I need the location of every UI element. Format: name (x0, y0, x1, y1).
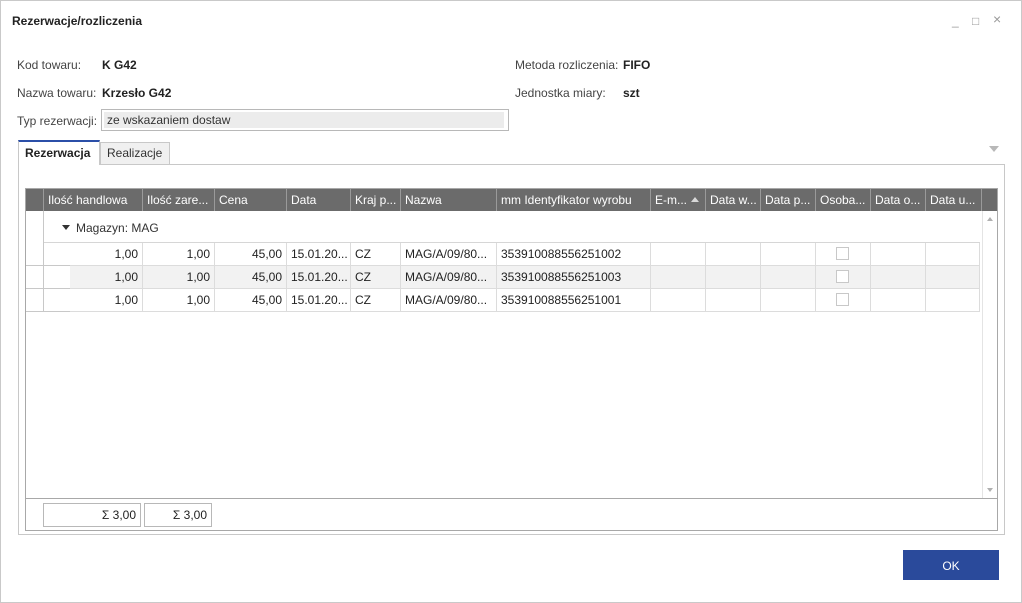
cell-cena[interactable]: 45,00 (215, 243, 287, 266)
cell-nazwa[interactable]: MAG/A/09/80... (401, 243, 497, 266)
jednostka-miary-label: Jednostka miary: (515, 86, 606, 100)
metoda-rozliczenia-value: FIFO (623, 58, 651, 72)
cell-data-w[interactable] (706, 266, 761, 289)
row-group-indent (44, 243, 70, 266)
column-header-label: E-m... (655, 193, 687, 207)
cell-cena[interactable]: 45,00 (215, 266, 287, 289)
column-header[interactable]: Ilość zare... (143, 189, 215, 211)
cell-data[interactable]: 15.01.20... (287, 266, 351, 289)
cell-data-o[interactable] (871, 243, 926, 266)
osoba-checkbox[interactable] (836, 270, 849, 283)
osoba-checkbox[interactable] (836, 247, 849, 260)
cell-cena[interactable]: 45,00 (215, 289, 287, 312)
vertical-scrollbar[interactable] (982, 211, 997, 498)
tab-realizacje[interactable]: Realizacje (100, 142, 170, 164)
cell-kraj[interactable]: CZ (351, 266, 401, 289)
column-header[interactable]: Data p... (761, 189, 816, 211)
ok-button[interactable]: OK (903, 550, 999, 580)
cell-identyfikator[interactable]: 353910088556251003 (497, 266, 651, 289)
cell-ilosc-zarezerwowana[interactable]: 1,00 (143, 266, 215, 289)
scroll-up-icon[interactable] (987, 217, 993, 221)
table-row[interactable]: 1,00 1,00 45,00 15.01.20... CZ MAG/A/09/… (26, 289, 980, 312)
cell-data-p[interactable] (761, 243, 816, 266)
tab-rezerwacja[interactable]: Rezerwacja (18, 140, 100, 165)
column-header[interactable]: Data (287, 189, 351, 211)
row-indicator[interactable] (26, 243, 44, 266)
sort-ascending-icon (691, 197, 699, 203)
maximize-icon[interactable]: □ (972, 14, 979, 28)
cell-osoba[interactable] (816, 289, 871, 312)
column-header[interactable]: Nazwa (401, 189, 497, 211)
cell-email[interactable] (651, 266, 706, 289)
cell-data-p[interactable] (761, 289, 816, 312)
row-group-indent (44, 266, 70, 289)
cell-data-w[interactable] (706, 289, 761, 312)
row-indicator[interactable] (26, 289, 44, 312)
cell-identyfikator[interactable]: 353910088556251002 (497, 243, 651, 266)
cell-data-u[interactable] (926, 243, 980, 266)
cell-identyfikator[interactable]: 353910088556251001 (497, 289, 651, 312)
table-row[interactable]: 1,00 1,00 45,00 15.01.20... CZ MAG/A/09/… (26, 266, 980, 289)
column-header-sorted[interactable]: E-m... (651, 189, 706, 211)
row-indicator[interactable] (26, 266, 44, 289)
cell-osoba[interactable] (816, 243, 871, 266)
cell-ilosc-handlowa[interactable]: 1,00 (70, 289, 143, 312)
cell-ilosc-handlowa[interactable]: 1,00 (70, 243, 143, 266)
column-header[interactable]: Data u... (926, 189, 982, 211)
cell-kraj[interactable]: CZ (351, 289, 401, 312)
cell-email[interactable] (651, 243, 706, 266)
table-row[interactable]: 1,00 1,00 45,00 15.01.20... CZ MAG/A/09/… (26, 243, 980, 266)
cell-nazwa[interactable]: MAG/A/09/80... (401, 289, 497, 312)
grid-summary-footer: Σ 3,00 Σ 3,00 (26, 498, 997, 530)
kod-towaru-value: K G42 (102, 58, 137, 72)
cell-data-p[interactable] (761, 266, 816, 289)
cell-data-u[interactable] (926, 266, 980, 289)
cell-osoba[interactable] (816, 266, 871, 289)
column-header[interactable]: Data o... (871, 189, 926, 211)
close-icon[interactable]: × (993, 12, 1001, 26)
cell-kraj[interactable]: CZ (351, 243, 401, 266)
row-group-indent (44, 289, 70, 312)
typ-rezerwacji-field[interactable]: ze wskazaniem dostaw (101, 109, 509, 131)
typ-rezerwacji-label: Typ rezerwacji: (17, 114, 98, 128)
tab-overflow-icon[interactable] (989, 146, 999, 152)
cell-data-o[interactable] (871, 289, 926, 312)
cell-data-o[interactable] (871, 266, 926, 289)
nazwa-towaru-label: Nazwa towaru: (17, 86, 97, 100)
jednostka-miary-value: szt (623, 86, 640, 100)
cell-data-w[interactable] (706, 243, 761, 266)
column-header[interactable]: Ilość handlowa (44, 189, 143, 211)
group-label: Magazyn: MAG (76, 221, 159, 235)
metoda-rozliczenia-label: Metoda rozliczenia: (515, 58, 619, 72)
cell-ilosc-handlowa[interactable]: 1,00 (70, 266, 143, 289)
cell-data[interactable]: 15.01.20... (287, 243, 351, 266)
osoba-checkbox[interactable] (836, 293, 849, 306)
cell-ilosc-zarezerwowana[interactable]: 1,00 (143, 243, 215, 266)
cell-email[interactable] (651, 289, 706, 312)
collapse-caret-icon[interactable] (62, 225, 70, 231)
cell-data[interactable]: 15.01.20... (287, 289, 351, 312)
sum-ilosc-zarezerwowana: Σ 3,00 (144, 503, 212, 527)
header-indicator (26, 189, 44, 211)
grid-header: Ilość handlowa Ilość zare... Cena Data K… (26, 189, 997, 211)
column-header[interactable]: Cena (215, 189, 287, 211)
reservation-grid: Ilość handlowa Ilość zare... Cena Data K… (25, 188, 998, 531)
kod-towaru-label: Kod towaru: (17, 58, 82, 72)
column-header[interactable]: Data w... (706, 189, 761, 211)
sum-ilosc-handlowa: Σ 3,00 (43, 503, 141, 527)
minimize-icon[interactable]: _ (952, 14, 959, 28)
cell-ilosc-zarezerwowana[interactable]: 1,00 (143, 289, 215, 312)
cell-data-u[interactable] (926, 289, 980, 312)
cell-nazwa[interactable]: MAG/A/09/80... (401, 266, 497, 289)
column-header[interactable]: Kraj p... (351, 189, 401, 211)
group-row-magazyn[interactable]: Magazyn: MAG (44, 211, 980, 243)
scroll-down-icon[interactable] (987, 488, 993, 492)
column-header[interactable]: Osoba... (816, 189, 871, 211)
typ-rezerwacji-value: ze wskazaniem dostaw (104, 112, 504, 128)
column-header[interactable]: mm Identyfikator wyrobu (497, 189, 651, 211)
nazwa-towaru-value: Krzesło G42 (102, 86, 172, 100)
dialog-window: Rezerwacje/rozliczenia _ □ × Kod towaru:… (0, 0, 1022, 603)
dialog-title: Rezerwacje/rozliczenia (12, 14, 143, 28)
